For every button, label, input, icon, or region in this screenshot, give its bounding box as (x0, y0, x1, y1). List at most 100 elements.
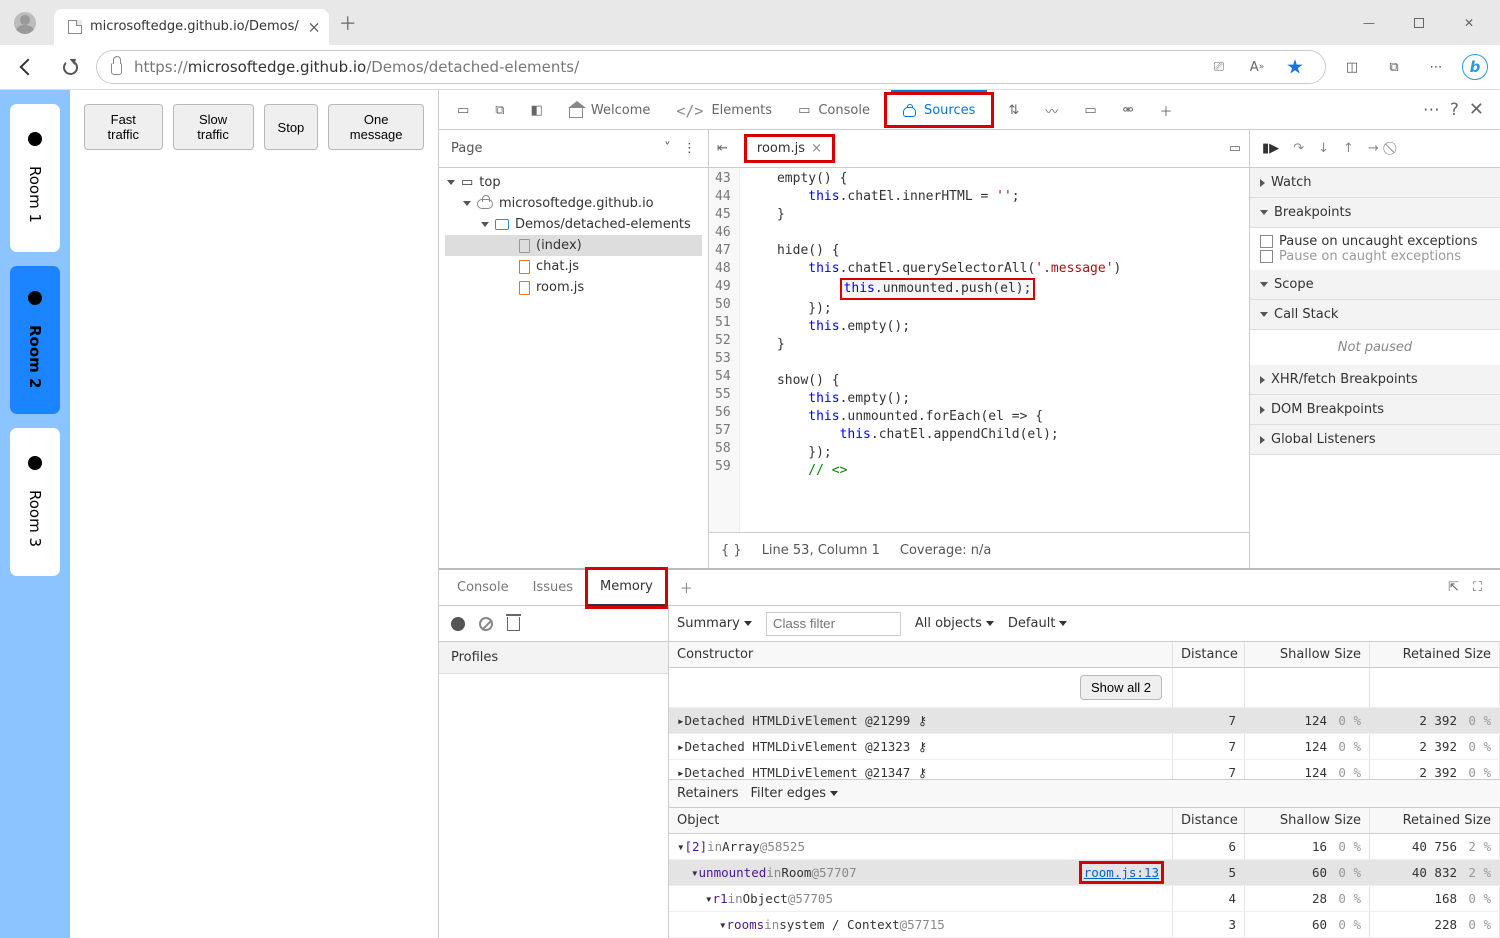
col-distance[interactable]: Distance (1173, 642, 1245, 667)
tree-folder[interactable]: Demos/detached-elements (515, 217, 691, 232)
room-1[interactable]: Room 1 (10, 104, 60, 252)
pause-uncaught-label[interactable]: Pause on uncaught exceptions (1279, 234, 1478, 249)
tab-network-icon[interactable]: ⇅ (996, 90, 1031, 130)
drawer-tab-memory[interactable]: Memory (588, 570, 665, 606)
filter-edges-dropdown[interactable]: Filter edges (750, 786, 838, 801)
tree-file-room[interactable]: room.js (536, 280, 584, 295)
step-over-icon[interactable]: ↷ (1293, 141, 1304, 156)
window-minimize[interactable]: — (1346, 7, 1392, 39)
col-object[interactable]: Object (669, 808, 1173, 833)
code-text[interactable]: empty() { this.chatEl.innerHTML = ''; } … (740, 168, 1128, 532)
all-objects-dropdown[interactable]: All objects (915, 616, 994, 631)
step-icon[interactable]: → (1368, 141, 1379, 156)
delete-icon[interactable] (507, 617, 520, 631)
global-listeners-section[interactable]: Global Listeners (1250, 425, 1500, 455)
new-tab-button[interactable]: ＋ (339, 10, 357, 36)
address-bar: https://microsoftedge.github.io/Demos/de… (0, 45, 1500, 90)
more-tabs[interactable]: ＋ (1148, 90, 1185, 130)
xhr-section[interactable]: XHR/fetch Breakpoints (1250, 365, 1500, 395)
page-icon (68, 20, 82, 34)
devtools-close-icon[interactable]: ✕ (1469, 99, 1484, 120)
reader-icon[interactable]: A» (1241, 51, 1273, 83)
col-ret-distance[interactable]: Distance (1173, 808, 1245, 833)
collections-icon[interactable]: ⧉ (1378, 51, 1410, 83)
more-file-tabs-icon[interactable]: ▭ (1229, 141, 1241, 156)
not-paused-label: Not paused (1250, 330, 1500, 365)
page-pane-header[interactable]: Page (451, 141, 482, 156)
retainer-row[interactable]: ▾unmounted in Room @57707room.js:13 5 60… (669, 860, 1500, 886)
browser-tab[interactable]: microsoftedge.github.io/Demos/ × (54, 9, 329, 45)
scope-section[interactable]: Scope (1250, 270, 1500, 300)
tree-file-chat[interactable]: chat.js (536, 259, 579, 274)
tree-domain[interactable]: microsoftedge.github.io (499, 196, 654, 211)
col-ret-retained[interactable]: Retained Size (1370, 808, 1500, 833)
retainer-row[interactable]: ▾[2] in Array @58525 6 160 % 40 7562 % (669, 834, 1500, 860)
drawer-expand-icon[interactable]: ⛶ (1473, 580, 1482, 595)
tab-console[interactable]: ▭Console (786, 90, 882, 130)
window-maximize[interactable] (1396, 7, 1442, 39)
drawer-more-tabs[interactable]: ＋ (668, 570, 705, 606)
tab-application-icon[interactable]: ▭ (1072, 90, 1108, 130)
favorites-icon[interactable] (1279, 51, 1311, 83)
window-close[interactable]: ✕ (1446, 7, 1492, 39)
tree-file-index[interactable]: (index) (536, 238, 582, 253)
step-into-icon[interactable]: ↓ (1318, 141, 1329, 156)
profile-avatar[interactable] (14, 12, 36, 34)
room-3[interactable]: Room 3 (10, 428, 60, 576)
watch-section[interactable]: Watch (1250, 168, 1500, 198)
col-constructor[interactable]: Constructor (669, 642, 1173, 667)
table-row[interactable]: ▸Detached HTMLDivElement @21347 ⚷ 7 1240… (669, 760, 1500, 779)
one-message-button[interactable]: One message (328, 104, 424, 150)
resume-icon[interactable]: ▮▶ (1262, 141, 1279, 156)
col-retained[interactable]: Retained Size (1370, 642, 1500, 667)
default-dropdown[interactable]: Default (1008, 616, 1068, 631)
refresh-button[interactable] (54, 51, 86, 83)
slow-traffic-button[interactable]: Slow traffic (173, 104, 254, 150)
col-shallow[interactable]: Shallow Size (1245, 642, 1370, 667)
back-button[interactable] (12, 51, 44, 83)
fast-traffic-button[interactable]: Fast traffic (84, 104, 163, 150)
line-gutter: 4344454647484950515253545556575859 (709, 168, 740, 532)
inspect-element-icon[interactable]: ▭ (445, 90, 481, 130)
more-icon[interactable]: ⋯ (1420, 51, 1452, 83)
drawer-tab-issues[interactable]: Issues (521, 570, 585, 606)
class-filter-input[interactable] (766, 612, 901, 636)
file-tab-room[interactable]: room.js× (744, 134, 835, 163)
devtools-more-icon[interactable]: ⋯ (1423, 100, 1440, 120)
tab-performance-icon[interactable]: 〰 (1033, 90, 1070, 130)
devtools-help-icon[interactable]: ? (1450, 100, 1459, 120)
table-row[interactable]: ▸Detached HTMLDivElement @21323 ⚷ 7 1240… (669, 734, 1500, 760)
url-scheme: https:// (134, 58, 188, 76)
stop-button[interactable]: Stop (264, 104, 319, 150)
tree-top[interactable]: top (479, 175, 500, 190)
shopping-icon[interactable]: ⎚ (1203, 51, 1235, 83)
summary-dropdown[interactable]: Summary (677, 616, 752, 631)
browser-titlebar: microsoftedge.github.io/Demos/ × ＋ — ✕ (0, 0, 1500, 45)
tab-detached-icon[interactable]: ⚮ (1111, 90, 1146, 130)
drawer-tab-console[interactable]: Console (445, 570, 521, 606)
device-toolbar-icon[interactable]: ⧉ (483, 90, 516, 130)
dock-icon[interactable]: ◧ (519, 90, 555, 130)
bing-button[interactable]: b (1462, 54, 1488, 80)
table-row[interactable]: ▸Detached HTMLDivElement @21299 ⚷ 7 1240… (669, 708, 1500, 734)
dom-bp-section[interactable]: DOM Breakpoints (1250, 395, 1500, 425)
tab-title: microsoftedge.github.io/Demos/ (90, 19, 299, 34)
tab-welcome[interactable]: Welcome (557, 90, 662, 130)
clear-icon[interactable] (479, 617, 493, 631)
retainer-row[interactable]: ▾rooms in system / Context @57715 3 600 … (669, 912, 1500, 938)
breakpoints-section[interactable]: Breakpoints (1250, 198, 1500, 228)
col-ret-shallow[interactable]: Shallow Size (1245, 808, 1370, 833)
tab-close-icon[interactable]: × (307, 17, 320, 36)
tab-elements[interactable]: </>Elements (664, 90, 784, 130)
drawer-dock-icon[interactable]: ⇱ (1448, 580, 1459, 595)
tab-sources[interactable]: Sources (891, 90, 987, 130)
step-out-icon[interactable]: ↑ (1343, 141, 1354, 156)
callstack-section[interactable]: Call Stack (1250, 300, 1500, 330)
record-icon[interactable] (451, 617, 465, 631)
show-all-button[interactable]: Show all 2 (1080, 675, 1162, 700)
retainer-row[interactable]: ▾r1 in Object @57705 4 280 % 1680 % (669, 886, 1500, 912)
room-2[interactable]: Room 2 (10, 266, 60, 414)
toggle-navigator-icon[interactable]: ⇤ (717, 141, 728, 156)
split-screen-icon[interactable]: ◫ (1336, 51, 1368, 83)
url-input[interactable]: https://microsoftedge.github.io/Demos/de… (96, 50, 1326, 84)
